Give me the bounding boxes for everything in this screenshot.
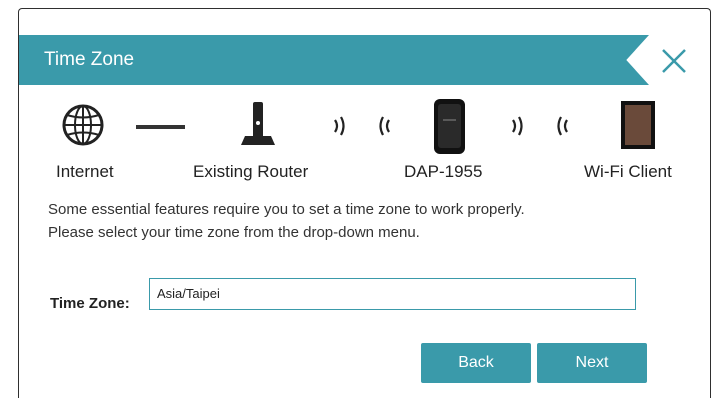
globe-icon <box>62 104 104 146</box>
description-text: Some essential features require you to s… <box>48 198 525 244</box>
label-dap-1955: DAP-1955 <box>404 162 483 181</box>
tablet-icon <box>621 101 655 149</box>
next-button[interactable]: Next <box>537 343 647 383</box>
label-wifi-client: Wi-Fi Client <box>584 162 672 181</box>
description-line-2: Please select your time zone from the dr… <box>48 224 420 241</box>
time-zone-label: Time Zone: <box>50 295 130 312</box>
label-internet: Internet <box>56 162 114 181</box>
extender-icon <box>434 99 465 154</box>
wifi-wave-icon <box>512 116 523 136</box>
wifi-wave-icon <box>557 116 568 136</box>
back-button[interactable]: Back <box>421 343 531 383</box>
time-zone-value: Asia/Taipei <box>157 286 220 301</box>
time-zone-select[interactable]: Asia/Taipei <box>149 278 636 310</box>
wifi-wave-icon <box>334 116 345 136</box>
wifi-wave-icon <box>379 116 390 136</box>
description-line-1: Some essential features require you to s… <box>48 201 525 218</box>
label-existing-router: Existing Router <box>193 162 309 181</box>
router-icon <box>241 102 275 145</box>
